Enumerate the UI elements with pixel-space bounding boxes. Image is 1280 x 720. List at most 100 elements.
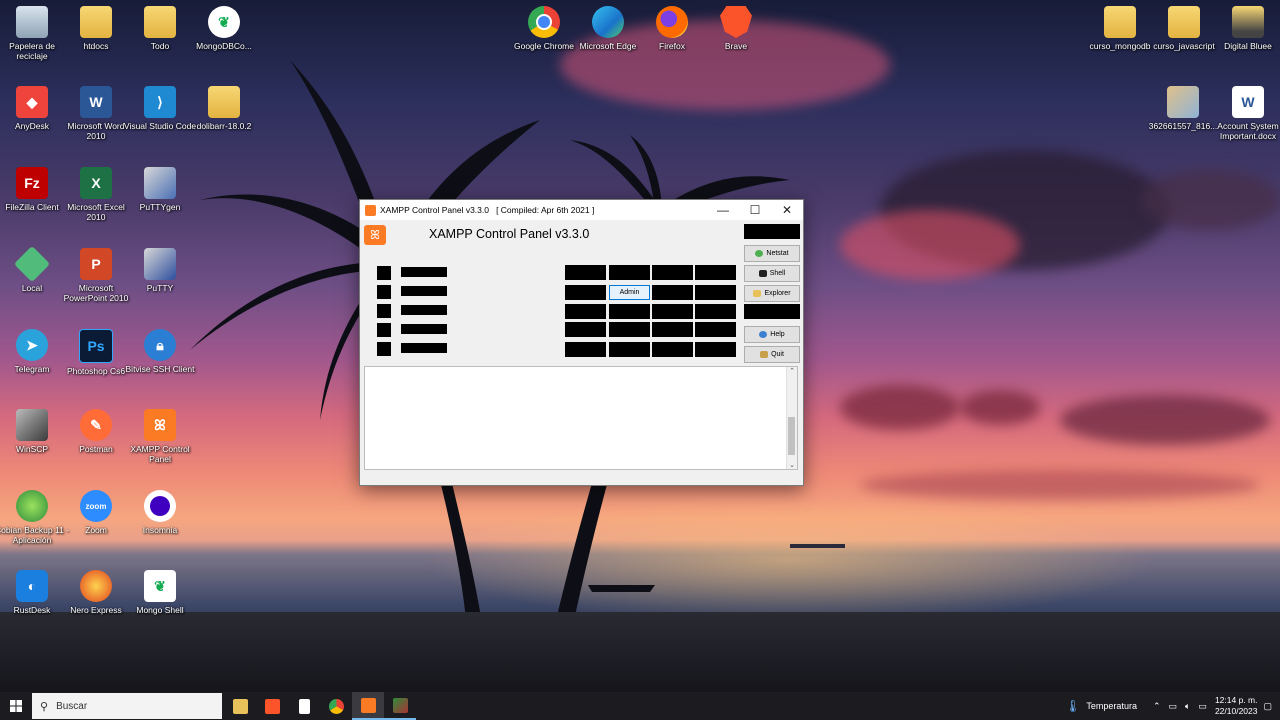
- explorer-button[interactable]: Explorer: [744, 285, 800, 302]
- scroll-thumb[interactable]: [788, 417, 795, 455]
- desktop-icon-account-docx[interactable]: W Account System Important.docx: [1209, 86, 1280, 141]
- netstat-button[interactable]: Netstat: [744, 245, 800, 262]
- action-button[interactable]: [652, 342, 693, 357]
- action-button[interactable]: [565, 285, 606, 300]
- desktop-icon-xampp[interactable]: ꕤ XAMPP Control Panel: [121, 409, 199, 464]
- service-checkbox[interactable]: [377, 285, 391, 299]
- action-button[interactable]: [609, 342, 650, 357]
- word-icon: W: [80, 86, 112, 118]
- excel-icon: X: [80, 167, 112, 199]
- nero-icon: [80, 570, 112, 602]
- action-button[interactable]: [565, 304, 606, 319]
- module-name: [401, 324, 447, 334]
- quit-button[interactable]: Quit: [744, 346, 800, 363]
- speaker-icon[interactable]: 🔈︎: [1185, 701, 1190, 712]
- desktop-icon-label: Brave: [724, 41, 748, 51]
- title-bar[interactable]: XAMPP Control Panel v3.3.0 [ Compiled: A…: [360, 200, 803, 220]
- desktop-icon-label: Mongo Shell: [136, 605, 184, 615]
- rustdesk-icon: ◐: [16, 570, 48, 602]
- chevron-up-icon[interactable]: ⌃: [1153, 701, 1161, 712]
- taskbar-chrome[interactable]: [320, 692, 352, 720]
- taskbar-search[interactable]: ⚲ Buscar: [32, 693, 222, 719]
- xampp-icon: ꕤ: [144, 409, 176, 441]
- quit-icon: [760, 351, 769, 358]
- close-icon[interactable]: ✕: [771, 203, 803, 217]
- folder-icon: [144, 6, 176, 38]
- maximize-icon[interactable]: ☐: [739, 203, 771, 217]
- notification-icon[interactable]: ▢: [1263, 701, 1272, 712]
- module-name: [401, 305, 447, 315]
- action-button[interactable]: [565, 322, 606, 337]
- action-button[interactable]: [652, 285, 693, 300]
- action-button[interactable]: [695, 342, 736, 357]
- log-output[interactable]: ⌃ ⌄: [364, 366, 798, 470]
- shell-button[interactable]: Shell: [744, 265, 800, 282]
- action-button[interactable]: [695, 322, 736, 337]
- action-button[interactable]: [609, 322, 650, 337]
- scroll-up-icon[interactable]: ⌃: [787, 367, 797, 375]
- service-checkbox[interactable]: [377, 323, 391, 337]
- action-button[interactable]: [565, 265, 606, 280]
- xampp-logo: ꕤ: [364, 225, 386, 245]
- start-button[interactable]: [0, 692, 32, 720]
- module-name: [401, 267, 447, 277]
- anydesk-icon: ◆: [16, 86, 48, 118]
- help-icon: [759, 331, 768, 338]
- recycle-bin-icon: [16, 6, 48, 38]
- battery-icon[interactable]: ▭: [1198, 701, 1207, 712]
- action-button[interactable]: [609, 265, 650, 280]
- action-button[interactable]: [652, 304, 693, 319]
- xampp-window[interactable]: XAMPP Control Panel v3.3.0 [ Compiled: A…: [359, 199, 804, 486]
- taskbar-notepad[interactable]: [288, 692, 320, 720]
- minimize-icon[interactable]: —: [707, 203, 739, 217]
- word-document-icon: W: [1232, 86, 1264, 118]
- desktop-icon-insomnia[interactable]: Insomnia: [121, 490, 199, 535]
- postman-icon: ✎: [80, 409, 112, 441]
- winscp-icon: [16, 409, 48, 441]
- vscode-icon: ⟩: [144, 86, 176, 118]
- chrome-icon: [528, 6, 560, 38]
- brave-icon: [264, 698, 280, 714]
- service-checkbox[interactable]: [377, 304, 391, 318]
- thermometer-icon: 🌡︎: [1065, 699, 1081, 713]
- desktop-icon-digital-bluee[interactable]: Digital Bluee: [1209, 6, 1280, 51]
- action-button[interactable]: [565, 342, 606, 357]
- service-checkbox[interactable]: [377, 342, 391, 356]
- desktop-icon-puttygen[interactable]: PuTTYgen: [121, 167, 199, 212]
- shell-icon: [758, 270, 767, 277]
- action-button[interactable]: [652, 265, 693, 280]
- mongodb-icon: ❦: [208, 6, 240, 38]
- desktop-icon-brave[interactable]: Brave: [697, 6, 775, 51]
- desktop-icon-label: PuTTY: [146, 283, 174, 293]
- desktop-icon-putty[interactable]: PuTTY: [121, 248, 199, 293]
- taskbar-brave[interactable]: [256, 692, 288, 720]
- network-icon[interactable]: ▭: [1169, 701, 1178, 712]
- taskbar-xampp[interactable]: [352, 692, 384, 720]
- log-scrollbar[interactable]: ⌃ ⌄: [786, 367, 797, 469]
- service-checkbox[interactable]: [377, 266, 391, 280]
- action-button[interactable]: [695, 265, 736, 280]
- desktop-icon-mongodb-compass[interactable]: ❦ MongoDBCo...: [185, 6, 263, 51]
- desktop-icon-bitvise[interactable]: 🔒︎ Bitvise SSH Client: [121, 329, 199, 374]
- folder-icon: [1104, 6, 1136, 38]
- desktop-icon-label: MongoDBCo...: [196, 41, 252, 51]
- taskbar-file-explorer[interactable]: [224, 692, 256, 720]
- admin-button[interactable]: Admin: [609, 285, 650, 300]
- help-button[interactable]: Help: [744, 326, 800, 343]
- action-button[interactable]: [609, 304, 650, 319]
- taskbar-app[interactable]: [384, 692, 416, 720]
- action-button[interactable]: [695, 304, 736, 319]
- action-button[interactable]: [695, 285, 736, 300]
- xampp-icon: [365, 204, 376, 216]
- telegram-icon: ➤: [16, 329, 48, 361]
- zip-folder-icon: [208, 86, 240, 118]
- scroll-down-icon[interactable]: ⌄: [787, 461, 797, 469]
- clock[interactable]: 12:14 p. m. 22/10/2023: [1215, 695, 1258, 717]
- taskbar: ⚲ Buscar 🌡︎ Temperatura ⌃ ▭ 🔈︎ ▭ 12:14 p…: [0, 692, 1280, 720]
- desktop-icon-dolibarr[interactable]: dolibarr-18.0.2: [185, 86, 263, 131]
- admin-button-label: Admin: [619, 289, 640, 296]
- action-button[interactable]: [652, 322, 693, 337]
- weather-label[interactable]: Temperatura: [1086, 701, 1137, 711]
- desktop-icon-mongo-shell[interactable]: ❦ Mongo Shell: [121, 570, 199, 615]
- cobian-backup-icon: [16, 490, 48, 522]
